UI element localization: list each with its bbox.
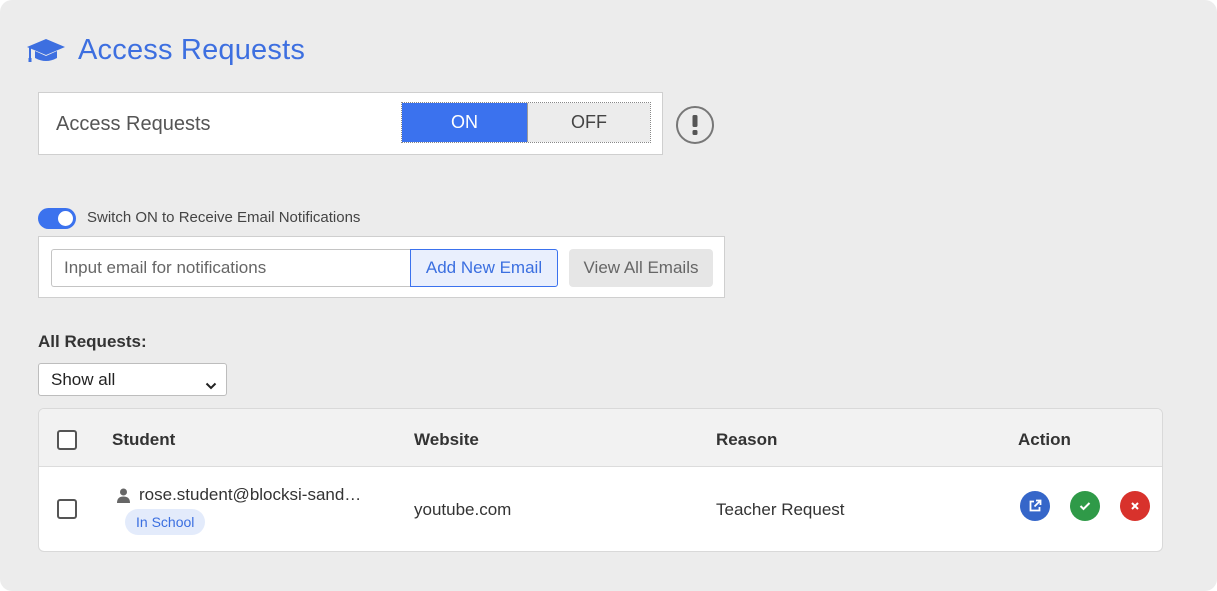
column-reason: Reason	[716, 430, 778, 449]
access-requests-page: Access Requests Access Requests ON OFF S…	[0, 0, 1217, 591]
notification-email-input[interactable]	[51, 249, 411, 287]
access-requests-label: Access Requests	[56, 113, 211, 135]
deny-x-icon[interactable]	[1120, 491, 1150, 521]
email-notifications-toggle-label: Switch ON to Receive Email Notifications	[87, 209, 361, 226]
user-icon	[117, 488, 130, 503]
email-notifications-box: Add New Email View All Emails	[38, 236, 725, 298]
graduation-cap-icon	[26, 35, 68, 65]
requests-filter-select[interactable]: Show all	[38, 363, 227, 396]
approve-check-icon[interactable]	[1070, 491, 1100, 521]
on-off-segmented-control: ON OFF	[401, 102, 651, 143]
table-header: Student Website Reason Action	[39, 409, 1162, 467]
all-requests-heading: All Requests:	[38, 332, 147, 351]
column-action: Action	[1018, 430, 1071, 449]
page-header: Access Requests	[26, 30, 305, 70]
add-new-email-button[interactable]: Add New Email	[410, 249, 558, 287]
column-student: Student	[112, 430, 176, 449]
page-title: Access Requests	[78, 33, 306, 66]
access-requests-setting: Access Requests ON OFF	[38, 92, 663, 155]
email-notifications-toggle[interactable]	[38, 208, 76, 229]
table-row: rose.student@blocksi-sand… In School you…	[39, 468, 1162, 551]
student-cell: rose.student@blocksi-sand…	[117, 485, 361, 505]
student-email: rose.student@blocksi-sand…	[139, 485, 362, 504]
row-checkbox[interactable]	[57, 499, 77, 519]
requests-filter-value: Show all	[51, 369, 116, 389]
column-website: Website	[414, 430, 479, 449]
toggle-knob	[58, 211, 73, 226]
requests-table: Student Website Reason Action rose.stude…	[38, 408, 1163, 552]
reason-cell: Teacher Request	[716, 500, 845, 519]
select-all-checkbox[interactable]	[57, 430, 77, 450]
exclamation-icon[interactable]	[676, 106, 714, 144]
off-button[interactable]: OFF	[527, 103, 650, 142]
status-badge: In School	[125, 509, 206, 535]
chevron-down-icon	[205, 375, 217, 395]
on-button[interactable]: ON	[402, 103, 527, 142]
website-cell: youtube.com	[414, 500, 512, 519]
view-all-emails-button[interactable]: View All Emails	[569, 249, 713, 287]
open-external-link-icon[interactable]	[1020, 491, 1050, 521]
